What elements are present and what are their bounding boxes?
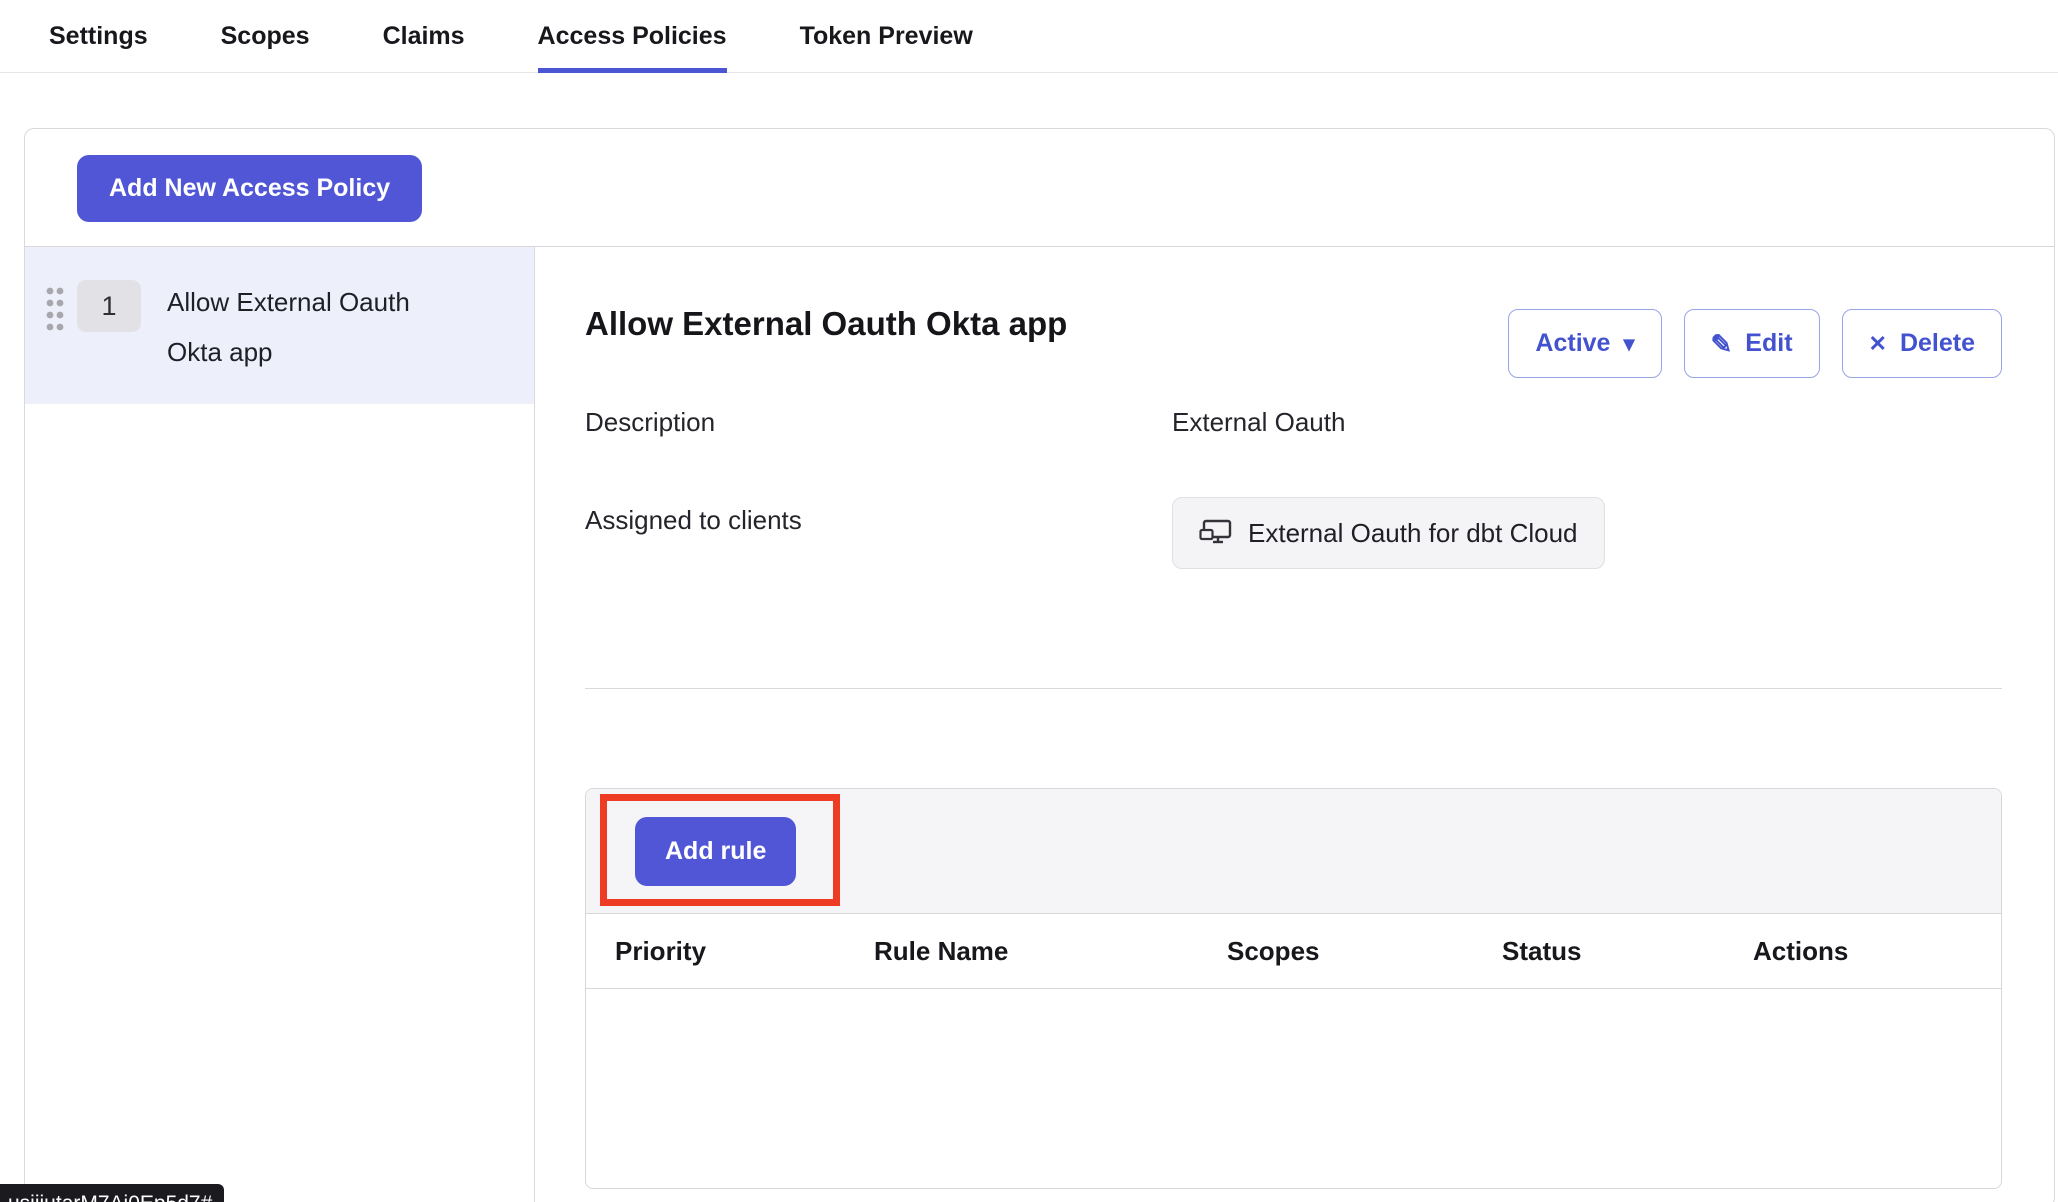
computer-icon [1199,518,1233,548]
access-policies-panel: Add New Access Policy 1 Allow Ext [24,128,2055,1202]
policy-priority-badge: 1 [77,280,141,332]
pencil-icon: ✎ [1711,331,1733,357]
assigned-to-clients-label: Assigned to clients [585,505,802,536]
close-icon: ✕ [1869,333,1887,355]
column-header-scopes: Scopes [1227,936,1502,967]
rules-toolbar: Add rule [586,789,2001,914]
rules-table-header: Priority Rule Name Scopes Status Actions [586,914,2001,989]
add-rule-button[interactable]: Add rule [635,817,796,886]
policy-detail-panel: Allow External Oauth Okta app Active ▾ ✎… [535,247,2054,1202]
delete-button-label: Delete [1900,329,1975,358]
edit-button-label: Edit [1745,329,1792,358]
tab-token-preview[interactable]: Token Preview [800,0,973,73]
column-header-actions: Actions [1753,936,2001,967]
description-label: Description [585,407,715,438]
policy-title: Allow External Oauth Okta app [585,305,1067,343]
chevron-down-icon: ▾ [1623,333,1634,355]
link-status-tooltip: usijiutarM7Aj0Ep5d7# [0,1184,224,1202]
column-header-status: Status [1502,936,1753,967]
drag-handle-icon[interactable] [45,285,65,340]
active-status-label: Active [1535,329,1610,358]
policy-name-label: Allow External Oauth Okta app [167,277,467,377]
delete-policy-button[interactable]: ✕ Delete [1842,309,2002,378]
tab-settings[interactable]: Settings [49,0,148,73]
policy-action-buttons: Active ▾ ✎ Edit ✕ Delete [1508,309,2002,378]
column-header-rule-name: Rule Name [874,936,1227,967]
policies-toolbar: Add New Access Policy [25,129,2054,247]
tab-scopes[interactable]: Scopes [221,0,310,73]
section-divider [585,688,2002,689]
policy-list-item[interactable]: 1 Allow External Oauth Okta app [25,247,534,404]
tab-bar: Settings Scopes Claims Access Policies T… [0,0,2058,73]
tab-claims[interactable]: Claims [383,0,465,73]
column-header-priority: Priority [615,936,874,967]
policy-list: 1 Allow External Oauth Okta app [25,247,535,1202]
add-new-access-policy-button[interactable]: Add New Access Policy [77,155,422,222]
description-value: External Oauth [1172,407,1345,438]
edit-policy-button[interactable]: ✎ Edit [1684,309,1820,378]
active-status-dropdown[interactable]: Active ▾ [1508,309,1661,378]
tab-access-policies[interactable]: Access Policies [538,0,727,73]
rules-table: Add rule Priority Rule Name Scopes Statu… [585,788,2002,1189]
assigned-client-chip: External Oauth for dbt Cloud [1172,497,1605,569]
rules-table-empty-body [586,989,2001,1188]
assigned-client-name: External Oauth for dbt Cloud [1248,518,1578,549]
